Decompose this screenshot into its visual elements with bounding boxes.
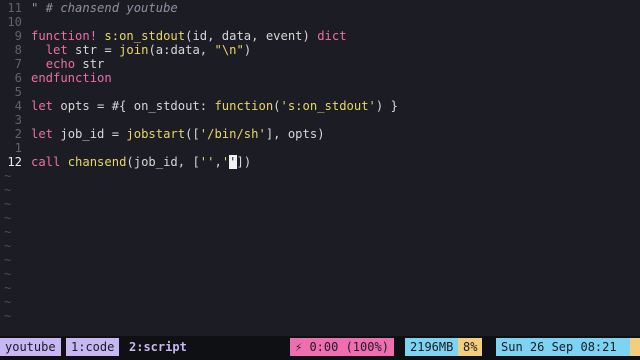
code-text: " # chansend youtube [31, 1, 178, 15]
text-cursor: ' [229, 155, 237, 169]
empty-line-tilde: ~ [4, 281, 12, 295]
code-token: join [119, 43, 149, 57]
line-number: 7 [14, 57, 22, 71]
line-number: 3 [14, 113, 22, 127]
code-line[interactable]: 11 " # chansend youtube [0, 1, 640, 15]
code-text: let job_id = jobstart(['/bin/sh'], opts) [31, 127, 325, 141]
code-token: str [75, 57, 105, 71]
empty-line-tilde: ~ [4, 239, 12, 253]
code-token: function [214, 99, 274, 113]
code-token: dict [317, 29, 347, 43]
code-token: ( [273, 99, 281, 113]
code-text: endfunction [31, 71, 112, 85]
code-token: opts = #{ on_stdout: [53, 99, 215, 113]
code-token: ([ [185, 127, 200, 141]
code-token: ]) [236, 155, 252, 169]
code-token: let [31, 127, 54, 141]
empty-line-tilde: ~ [4, 183, 12, 197]
empty-line-tilde: ~ [4, 197, 12, 211]
code-token: '/bin/sh' [199, 127, 266, 141]
window-tab-code[interactable]: 1:code [66, 338, 120, 356]
code-text: let opts = #{ on_stdout: function('s:on_… [31, 99, 398, 113]
code-line[interactable]: 7 echo str [0, 57, 640, 71]
code-token: (job_id, [ [126, 155, 200, 169]
vim-editor[interactable]: 11 " # chansend youtube 10 9 function! s:on_… [0, 0, 640, 336]
code-text: call chansend(job_id, ['','']) [31, 155, 251, 169]
empty-line-tilde: ~ [4, 267, 12, 281]
session-name[interactable]: youtube [0, 338, 61, 356]
code-token: chansend [67, 155, 127, 169]
line-number: 6 [14, 71, 22, 85]
empty-line-tilde: ~ [4, 225, 12, 239]
code-line[interactable]: 5 [0, 85, 640, 99]
line-number: 11 [7, 1, 22, 15]
window-tab-script[interactable]: 2:script [124, 338, 192, 356]
code-token: call [31, 155, 61, 169]
code-token: job_id = [53, 127, 127, 141]
code-token: 's:on_stdout' [280, 99, 376, 113]
code-token: (id, data, event) [185, 29, 318, 43]
code-token: let [45, 43, 68, 57]
code-token: function! [31, 29, 98, 43]
empty-line-tilde: ~ [4, 211, 12, 225]
code-line[interactable]: 1 [0, 141, 640, 155]
code-token: " # chansend youtube [31, 1, 178, 15]
code-token: ], opts) [265, 127, 325, 141]
line-number: 4 [14, 99, 22, 113]
line-number: 8 [14, 43, 22, 57]
code-token: ) } [375, 99, 398, 113]
code-token: "\n" [214, 43, 244, 57]
code-token: let [31, 99, 54, 113]
tmux-status-bar: youtube 1:code 2:script ⚡ 0:00 (100%) 21… [0, 336, 640, 360]
empty-line-tilde: ~ [4, 169, 12, 183]
code-token: (a:data, [148, 43, 215, 57]
line-number: 10 [7, 15, 22, 29]
code-text: let str = join(a:data, "\n") [31, 43, 252, 57]
code-token: endfunction [31, 71, 112, 85]
line-number: 2 [14, 127, 22, 141]
status-edge-block [630, 338, 640, 356]
code-line[interactable]: 2 let job_id = jobstart(['/bin/sh'], opts… [0, 127, 640, 141]
code-line[interactable]: 12 call chansend(job_id, ['','']) [0, 155, 640, 169]
empty-line-tilde: ~ [4, 253, 12, 267]
code-line[interactable]: 8 let str = join(a:data, "\n") [0, 43, 640, 57]
empty-line-tilde: ~ [4, 295, 12, 309]
code-token: '' [199, 155, 215, 169]
date-time: Sun 26 Sep 08:21 [496, 338, 639, 356]
memory-usage: 2196MB [405, 338, 459, 356]
code-text: function! s:on_stdout(id, data, event) d… [31, 29, 347, 43]
code-token: str = [67, 43, 120, 57]
line-number: 5 [14, 85, 22, 99]
line-number: 12 [7, 155, 22, 169]
code-token: echo [45, 57, 76, 71]
code-line[interactable]: 3 [0, 113, 640, 127]
code-line[interactable]: 6 endfunction [0, 71, 640, 85]
code-token: ) [243, 43, 252, 57]
code-line[interactable]: 4 let opts = #{ on_stdout: function('s:on… [0, 99, 640, 113]
line-number: 9 [14, 29, 22, 43]
empty-line-tilde: ~ [4, 309, 12, 323]
battery-status: ⚡ 0:00 (100%) [290, 338, 394, 356]
line-number: 1 [14, 141, 22, 155]
cpu-usage: 8% [458, 338, 483, 356]
code-token: , [214, 155, 222, 169]
code-line[interactable]: 9 function! s:on_stdout(id, data, event) … [0, 29, 640, 43]
code-token: jobstart [126, 127, 186, 141]
code-line[interactable]: 10 [0, 15, 640, 29]
code-text: echo str [31, 57, 105, 71]
code-token: s:on_stdout [104, 29, 186, 43]
